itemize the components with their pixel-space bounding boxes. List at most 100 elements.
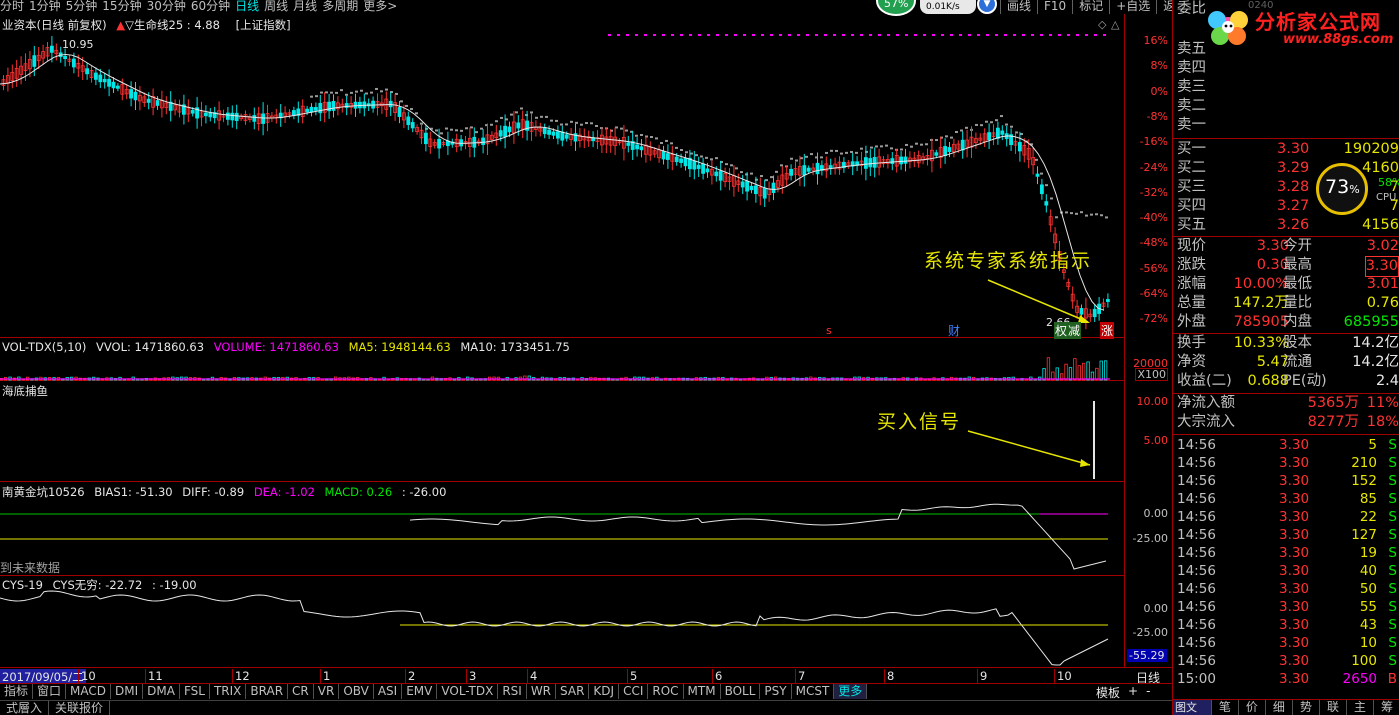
- index-dot: [400, 100, 403, 103]
- indicator-tab[interactable]: BOLL: [721, 684, 761, 699]
- marker-rise: 涨: [1100, 322, 1115, 339]
- index-dot: [550, 119, 553, 122]
- status-item-0[interactable]: 式層入: [0, 701, 50, 715]
- flow-label: 净流入额: [1177, 395, 1235, 411]
- template-button[interactable]: 模板: [1096, 684, 1120, 700]
- candle-body: [714, 171, 719, 177]
- cpu-gauge: 73%: [1316, 163, 1368, 215]
- tick-price: 3.30: [1279, 653, 1310, 669]
- signal-dot: [941, 34, 944, 36]
- fund-value: 10.33%: [1233, 335, 1289, 351]
- quote-tab[interactable]: 势: [1291, 700, 1319, 715]
- toolbar-button-2[interactable]: 标记: [1072, 0, 1109, 14]
- main-chart-panel[interactable]: 业资本(日线 前复权) ▲▽生命线25 : 4.88 [上证指数] 10.95 …: [0, 14, 1124, 339]
- tick-time: 14:56: [1177, 455, 1216, 471]
- indicator-tab[interactable]: ASI: [374, 684, 403, 699]
- indicator-tab[interactable]: MTM: [684, 684, 721, 699]
- indicator-tab[interactable]: 窗口: [33, 684, 67, 699]
- quote-tab[interactable]: 笔: [1210, 700, 1238, 715]
- candle-body: [740, 181, 745, 188]
- indicator-tab[interactable]: SAR: [556, 684, 590, 699]
- period-tab-5[interactable]: 60分钟: [191, 0, 235, 14]
- index-dot: [700, 155, 703, 158]
- indicator-tab[interactable]: EMV: [402, 684, 438, 699]
- f10-tab[interactable]: 图文F10: [1173, 700, 1211, 715]
- volume-y-axis: 20000 X100: [1124, 338, 1172, 381]
- candle-body: [661, 151, 666, 160]
- index-dot: [320, 91, 323, 94]
- indicator-tab[interactable]: CR: [288, 684, 314, 699]
- period-tab-10[interactable]: 更多>: [363, 0, 402, 14]
- index-dot: [585, 122, 588, 125]
- indicator-tab[interactable]: WR: [527, 684, 557, 699]
- indicator-tab[interactable]: DMA: [143, 684, 180, 699]
- quote-tab[interactable]: 联: [1318, 700, 1346, 715]
- candlestick-chart[interactable]: [0, 14, 1124, 338]
- future-data-label[interactable]: 到未来数据: [0, 559, 60, 576]
- main-ytick: -72%: [1139, 312, 1168, 326]
- indicator-tab[interactable]: KDJ: [589, 684, 620, 699]
- haidibuyu-panel[interactable]: 海底捕鱼 买入信号: [0, 381, 1124, 482]
- index-dot: [325, 91, 328, 94]
- index-dot: [920, 143, 923, 146]
- indicator-tab[interactable]: VR: [314, 684, 340, 699]
- indicator-tab[interactable]: 更多: [834, 684, 868, 699]
- index-dot: [1075, 212, 1078, 215]
- quote-tab[interactable]: 主: [1345, 700, 1373, 715]
- indicator-tab[interactable]: BRAR: [246, 684, 289, 699]
- chevron-down-icon[interactable]: ▼: [977, 0, 997, 14]
- indicator-tab[interactable]: DMI: [111, 684, 144, 699]
- indicator-tab[interactable]: MACD: [66, 684, 112, 699]
- period-tab-8[interactable]: 月线: [293, 0, 322, 14]
- quote-tab[interactable]: 细: [1264, 700, 1292, 715]
- indicator-tab[interactable]: ROC: [648, 684, 684, 699]
- toolbar-button-0[interactable]: 画线: [1000, 0, 1037, 14]
- candle-body: [696, 164, 701, 169]
- network-speed: 0.01K/s: [926, 2, 960, 12]
- index-dot: [1105, 216, 1108, 219]
- volume-bar: [1055, 367, 1059, 381]
- indicator-tab[interactable]: OBV: [339, 684, 374, 699]
- indicator-tab[interactable]: 指标: [0, 684, 34, 699]
- gold-pit-panel[interactable]: 南黄金坑10526 BIAS1: -51.30 DIFF: -0.89 DEA:…: [0, 482, 1124, 576]
- index-dot: [500, 116, 503, 119]
- quote-tab[interactable]: 价: [1237, 700, 1265, 715]
- indicator-tab[interactable]: FSL: [180, 684, 210, 699]
- period-tab-2[interactable]: 5分钟: [66, 0, 103, 14]
- indicator-tab[interactable]: TRIX: [210, 684, 247, 699]
- status-item-1[interactable]: 关联报价: [49, 701, 111, 715]
- index-dot: [405, 104, 408, 107]
- period-tab-7[interactable]: 周线: [264, 0, 293, 14]
- period-tab-1[interactable]: 1分钟: [29, 0, 66, 14]
- tick-volume: 22: [1359, 509, 1377, 525]
- signal-dot: [626, 34, 629, 36]
- plus-icon[interactable]: +: [1128, 684, 1138, 700]
- indicator-tab[interactable]: RSI: [498, 684, 527, 699]
- quote-tab[interactable]: 筹: [1372, 700, 1399, 715]
- triangle-up-icon[interactable]: △: [1111, 18, 1119, 31]
- bid-row: 买四 3.27 7: [1177, 197, 1399, 216]
- indicator-tab[interactable]: CCI: [619, 684, 649, 699]
- toolbar-button-1[interactable]: F10: [1037, 0, 1072, 14]
- indicator-tab[interactable]: PSY: [760, 684, 792, 699]
- period-tab-9[interactable]: 多周期: [322, 0, 363, 14]
- candle-body: [551, 131, 556, 136]
- candle-body: [996, 127, 1000, 139]
- stat-label: 总量: [1177, 295, 1206, 311]
- candle-body: [683, 158, 688, 167]
- volume-bar: [1099, 360, 1103, 381]
- period-tab-0[interactable]: 分时: [0, 0, 29, 14]
- diamond-icon[interactable]: ◇: [1098, 18, 1106, 31]
- indicator-tab[interactable]: MCST: [792, 684, 835, 699]
- period-tab-4[interactable]: 30分钟: [147, 0, 191, 14]
- minus-icon[interactable]: -: [1146, 684, 1150, 700]
- toolbar-button-3[interactable]: +自选: [1109, 0, 1156, 14]
- cys-panel[interactable]: CYS-19 CYS无穷: -22.72 : -19.00: [0, 576, 1124, 667]
- volume-panel[interactable]: VOL-TDX(5,10) VVOL: 1471860.63 VOLUME: 1…: [0, 338, 1124, 381]
- indicator-tab[interactable]: VOL-TDX: [437, 684, 499, 699]
- period-tab-6[interactable]: 日线: [235, 0, 264, 14]
- volume-bar: [1104, 360, 1108, 381]
- index-dot: [520, 107, 523, 110]
- candle-body: [1018, 142, 1022, 152]
- period-tab-3[interactable]: 15分钟: [102, 0, 146, 14]
